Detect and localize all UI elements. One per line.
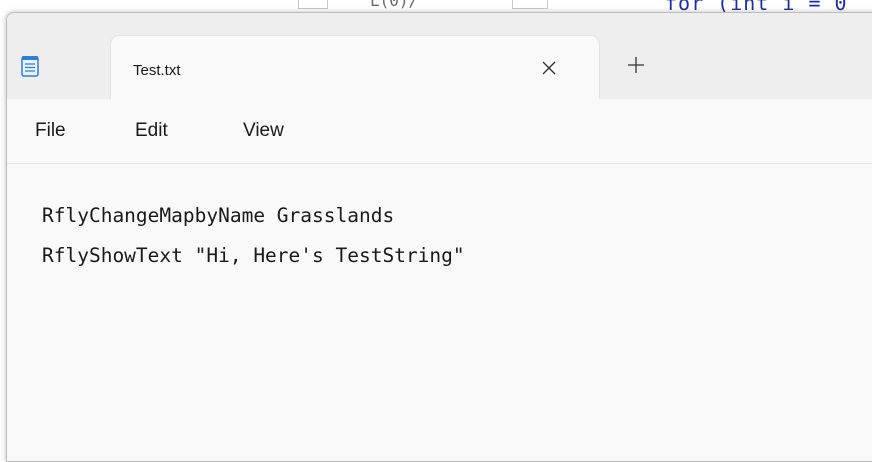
tab-bar: Test.txt	[7, 13, 872, 100]
menu-view[interactable]: View	[243, 120, 284, 142]
new-tab-button[interactable]	[622, 51, 650, 79]
menu-edit[interactable]: Edit	[135, 120, 168, 142]
tab-title: Test.txt	[133, 62, 181, 79]
editor-line-2: RflyShowText "Hi, Here's TestString"	[42, 244, 465, 267]
close-icon[interactable]	[535, 54, 563, 82]
menu-bar: File Edit View	[7, 99, 872, 164]
background-editor-fragment	[298, 0, 328, 9]
menu-file[interactable]: File	[35, 120, 66, 142]
editor-line-1: RflyChangeMapbyName Grasslands	[42, 204, 395, 227]
notepad-icon	[21, 55, 39, 77]
background-editor-fragment	[512, 0, 548, 9]
text-editor[interactable]: RflyChangeMapbyName Grasslands RflyShowT…	[7, 164, 872, 461]
background-editor-left-text: L(0)/	[370, 0, 419, 10]
tab-test-txt[interactable]: Test.txt	[110, 35, 600, 100]
plus-icon	[628, 57, 644, 73]
notepad-window: Test.txt File Edit View RflyChangeMapbyN…	[6, 12, 872, 462]
